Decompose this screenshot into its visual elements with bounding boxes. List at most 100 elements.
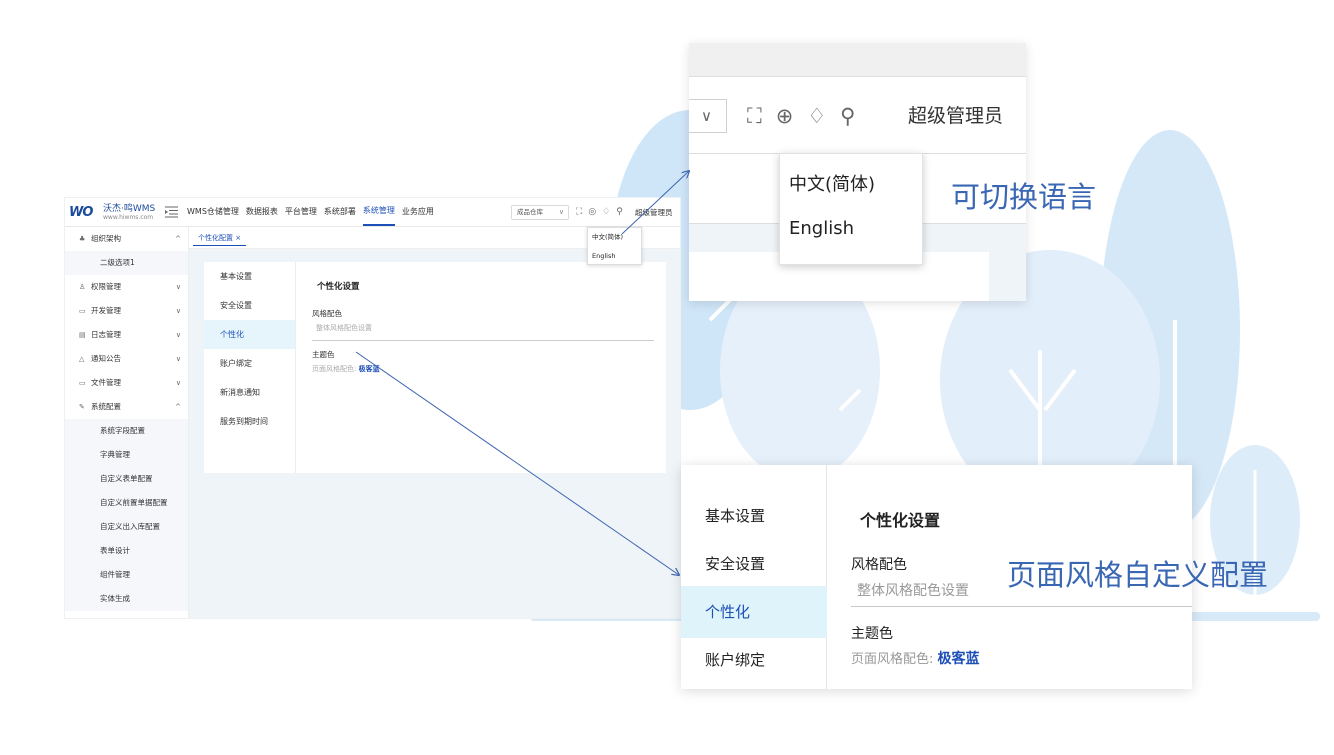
nav-platform[interactable]: 平台管理 bbox=[285, 198, 317, 226]
logo[interactable]: WO 沃杰·鸣WMS www.hiwms.com bbox=[69, 202, 159, 224]
search-icon[interactable]: ⚲ bbox=[616, 206, 623, 219]
chevron-down-icon: ∨ bbox=[175, 331, 181, 339]
chevron-down-icon: ∨ bbox=[175, 307, 181, 315]
chevron-down-icon: ∨ bbox=[175, 283, 181, 291]
language-dropdown: 中文(简体) English bbox=[779, 153, 923, 265]
sidebar-item-label: 系统配置 bbox=[91, 402, 121, 411]
app-screenshot: WO 沃杰·鸣WMS www.hiwms.com WMS仓储管理 数据报表 平台… bbox=[65, 198, 680, 618]
globe-icon[interactable]: ◎ bbox=[588, 206, 596, 219]
menu-fold-icon[interactable] bbox=[165, 206, 178, 218]
settings-menu-security[interactable]: 安全设置 bbox=[204, 291, 295, 320]
sidebar-item-label: 文件管理 bbox=[91, 378, 121, 387]
top-nav: WMS仓储管理 数据报表 平台管理 系统部署 系统管理 业务应用 bbox=[187, 198, 441, 226]
user-name[interactable]: 超级管理员 bbox=[908, 99, 1003, 133]
warehouse-select[interactable]: ∨ bbox=[689, 99, 727, 133]
language-option-en[interactable]: English bbox=[780, 208, 922, 262]
language-option-zh[interactable]: 中文(简体) bbox=[588, 228, 641, 247]
language-option-en[interactable]: English bbox=[588, 247, 641, 266]
sidebar-item-file[interactable]: ▭ 文件管理 ∨ bbox=[65, 371, 188, 395]
sidebar-subitem[interactable]: 自定义表单配置 bbox=[65, 467, 188, 491]
settings-panel: 个性化设置 风格配色 整体风格配色设置 主题色 页面风格配色: 极客蓝 bbox=[296, 262, 666, 473]
warehouse-select-value: 成品仓库 bbox=[517, 208, 543, 216]
theme-value[interactable]: 极客蓝 bbox=[938, 651, 980, 667]
chevron-up-icon: ^ bbox=[175, 403, 181, 411]
settings-menu: 基本设置 安全设置 个性化 账户绑定 新消息通知 服务到期时间 bbox=[204, 262, 296, 473]
theme-row: 页面风格配色: 极客蓝 bbox=[312, 364, 380, 374]
sidebar-subitem[interactable]: 二级选项1 bbox=[65, 251, 188, 275]
caption-personalize: 页面风格自定义配置 bbox=[1007, 558, 1269, 592]
settings-menu-notify[interactable]: 新消息通知 bbox=[204, 378, 295, 407]
bell-icon[interactable]: ♢ bbox=[807, 99, 826, 133]
sidebar-item-label: 权限管理 bbox=[91, 282, 121, 291]
search-icon[interactable]: ⚲ bbox=[840, 99, 855, 133]
settings-menu-personalize[interactable]: 个性化 bbox=[681, 586, 827, 638]
user-name[interactable]: 超级管理员 bbox=[635, 206, 673, 219]
theme-prefix: 页面风格配色: bbox=[312, 365, 357, 373]
sidebar-subitem[interactable]: 自定义前置单据配置 bbox=[65, 491, 188, 515]
settings-menu-basic[interactable]: 基本设置 bbox=[681, 490, 827, 542]
bell-icon: △ bbox=[79, 355, 85, 363]
chevron-up-icon: ^ bbox=[175, 235, 181, 243]
divider bbox=[851, 606, 1192, 607]
fullscreen-icon[interactable]: ⛶ bbox=[747, 99, 762, 133]
settings-menu: 基本设置 安全设置 个性化 账户绑定 bbox=[681, 465, 827, 689]
globe-icon[interactable]: ⊕ bbox=[776, 99, 794, 133]
sidebar-item-org[interactable]: ♣ 组织架构 ^ bbox=[65, 227, 188, 251]
settings-menu-personalize[interactable]: 个性化 bbox=[204, 320, 295, 349]
nav-reports[interactable]: 数据报表 bbox=[246, 198, 278, 226]
settings-menu-binding[interactable]: 账户绑定 bbox=[204, 349, 295, 378]
org-icon: ♣ bbox=[79, 235, 86, 243]
chevron-down-icon: ∨ bbox=[558, 208, 564, 216]
bell-icon[interactable]: ♢ bbox=[602, 206, 610, 219]
zoom-strip bbox=[689, 43, 1026, 76]
settings-menu-binding[interactable]: 账户绑定 bbox=[681, 634, 827, 686]
logo-mark: WO bbox=[69, 205, 93, 220]
sidebar-item-log[interactable]: ▤ 日志管理 ∨ bbox=[65, 323, 188, 347]
sidebar-item-permission[interactable]: ♙ 权限管理 ∨ bbox=[65, 275, 188, 299]
sidebar-item-label: 日志管理 bbox=[91, 330, 121, 339]
sidebar-item-label: 通知公告 bbox=[91, 354, 121, 363]
sidebar-item-sysconfig[interactable]: ✎ 系统配置 ^ bbox=[65, 395, 188, 419]
style-label: 风格配色 bbox=[312, 309, 342, 318]
settings-menu-security[interactable]: 安全设置 bbox=[681, 538, 827, 590]
nav-wms[interactable]: WMS仓储管理 bbox=[187, 198, 239, 226]
sidebar-subitem[interactable]: 字典管理 bbox=[65, 443, 188, 467]
style-label: 风格配色 bbox=[851, 557, 907, 573]
sidebar-subitem[interactable]: 实体生成 bbox=[65, 587, 188, 611]
logo-name: 沃杰·鸣WMS bbox=[103, 204, 156, 214]
zoom-language-callout: ∨ ⛶ ⊕ ♢ ⚲ 超级管理员 中文(简体) English bbox=[689, 43, 1026, 301]
fullscreen-icon[interactable]: ⛶ bbox=[576, 206, 582, 219]
sidebar-item-dev[interactable]: ▭ 开发管理 ∨ bbox=[65, 299, 188, 323]
logo-url: www.hiwms.com bbox=[103, 214, 154, 221]
tab-personalize[interactable]: 个性化配置 × bbox=[193, 231, 247, 246]
sidebar-item-label: 组织架构 bbox=[91, 234, 121, 243]
theme-value[interactable]: 极客蓝 bbox=[359, 365, 380, 373]
zoom-top-bar: ∨ ⛶ ⊕ ♢ ⚲ 超级管理员 bbox=[689, 76, 1026, 154]
panel-title: 个性化设置 bbox=[317, 282, 360, 292]
sidebar-subitem[interactable]: 系统字段配置 bbox=[65, 419, 188, 443]
nav-business[interactable]: 业务应用 bbox=[402, 198, 434, 226]
chevron-down-icon: ∨ bbox=[701, 107, 712, 125]
warehouse-select[interactable]: 成品仓库 ∨ bbox=[511, 205, 569, 220]
language-option-zh[interactable]: 中文(简体) bbox=[780, 154, 922, 208]
sidebar-subitem[interactable]: 表单设计 bbox=[65, 539, 188, 563]
caption-language: 可切换语言 bbox=[951, 180, 1097, 214]
sidebar-item-notice[interactable]: △ 通知公告 ∨ bbox=[65, 347, 188, 371]
settings-menu-basic[interactable]: 基本设置 bbox=[204, 262, 295, 291]
sidebar-item-label: 开发管理 bbox=[91, 306, 121, 315]
nav-system[interactable]: 系统管理 bbox=[362, 198, 395, 226]
log-icon: ▤ bbox=[79, 331, 86, 339]
code-icon: ▭ bbox=[79, 307, 86, 315]
wrench-icon: ✎ bbox=[79, 403, 85, 411]
tab-label: 个性化配置 bbox=[198, 234, 233, 242]
style-hint: 整体风格配色设置 bbox=[316, 324, 372, 332]
sidebar-subitem[interactable]: 自定义出入库配置 bbox=[65, 515, 188, 539]
theme-label: 主题色 bbox=[851, 626, 893, 642]
theme-row: 页面风格配色: 极客蓝 bbox=[851, 648, 980, 668]
top-icons: ⛶ ◎ ♢ ⚲ bbox=[576, 206, 629, 219]
settings-menu-expiry[interactable]: 服务到期时间 bbox=[204, 407, 295, 436]
style-hint: 整体风格配色设置 bbox=[857, 583, 969, 599]
nav-deploy[interactable]: 系统部署 bbox=[324, 198, 356, 226]
close-icon[interactable]: × bbox=[235, 234, 241, 242]
sidebar-subitem[interactable]: 组件管理 bbox=[65, 563, 188, 587]
